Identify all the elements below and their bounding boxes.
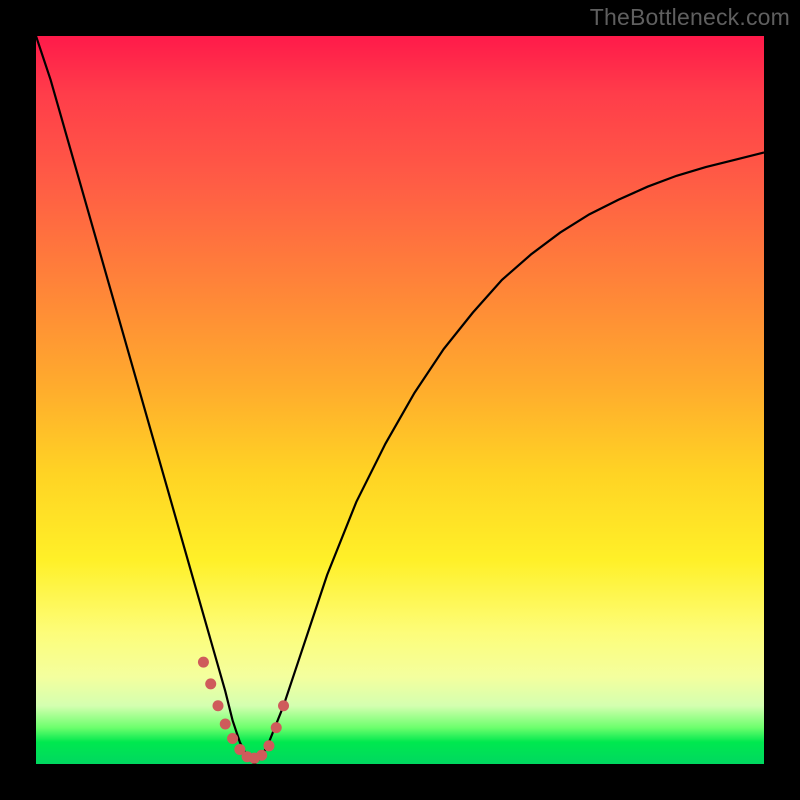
highlight-points-group xyxy=(198,657,289,764)
highlight-point xyxy=(256,750,267,761)
highlight-point xyxy=(213,700,224,711)
bottleneck-curve xyxy=(36,36,764,764)
highlight-point xyxy=(227,733,238,744)
highlight-point xyxy=(271,722,282,733)
highlight-point xyxy=(198,657,209,668)
highlight-point xyxy=(205,678,216,689)
plot-area xyxy=(36,36,764,764)
plot-svg xyxy=(36,36,764,764)
highlight-point xyxy=(278,700,289,711)
highlight-point xyxy=(220,718,231,729)
watermark-text: TheBottleneck.com xyxy=(590,4,790,31)
chart-frame: TheBottleneck.com xyxy=(0,0,800,800)
highlight-point xyxy=(263,740,274,751)
